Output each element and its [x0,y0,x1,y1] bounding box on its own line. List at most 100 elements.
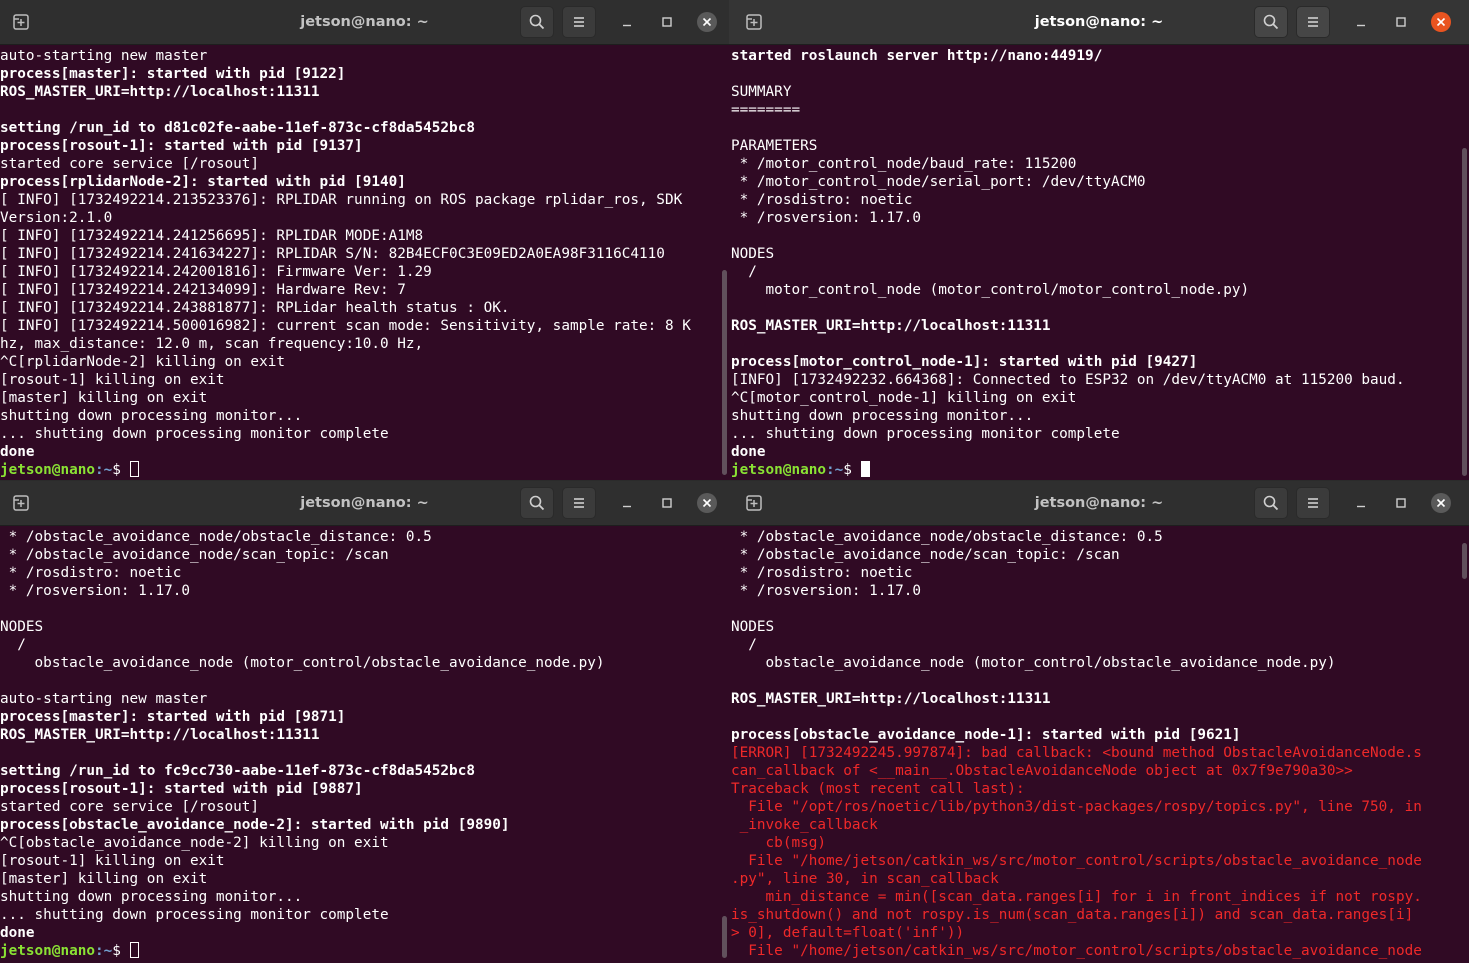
terminal-line: can_callback of <__main__.ObstacleAvoida… [731,763,1353,779]
prompt-path: :~ [95,943,113,959]
close-button[interactable] [697,12,717,32]
terminal-line: started core service [/rosout] [0,156,260,172]
terminal-window-bottom-left[interactable]: jetson@nano: ~ * /obstacle_avoidance_nod… [0,481,729,963]
minimize-button[interactable] [617,12,637,32]
scrollbar[interactable] [722,270,727,475]
terminal-line: .py", line 30, in scan_callback [731,871,999,887]
search-button[interactable] [1254,6,1288,38]
text-cursor [860,461,870,477]
new-tab-icon [744,12,764,32]
terminal-line: [ INFO] [1732492214.243881877]: RPLidar … [0,300,510,316]
minimize-button[interactable] [1351,493,1371,513]
terminal-window-top-left[interactable]: jetson@nano: ~ auto-starting new master p… [0,0,729,480]
new-tab-icon [744,493,764,513]
terminal-line: _invoke_callback [731,817,878,833]
title-bar[interactable]: jetson@nano: ~ [0,481,729,526]
search-button[interactable] [1254,487,1288,519]
prompt-user: jetson@nano [0,943,95,959]
text-cursor [129,942,139,958]
close-button[interactable] [1431,12,1451,32]
terminal-line: File "/home/jetson/catkin_ws/src/motor_c… [731,943,1422,959]
terminal-line: PARAMETERS [731,138,818,154]
terminal-output[interactable]: started roslaunch server http://nano:449… [731,47,1457,480]
maximize-button[interactable] [1391,12,1411,32]
search-button[interactable] [520,6,554,38]
search-icon [527,12,547,32]
terminal-line: NODES [0,619,44,635]
maximize-button[interactable] [657,12,677,32]
prompt-path: :~ [826,462,844,478]
terminal-line: [INFO] [1732492232.664368]: Connected to… [731,372,1405,388]
terminal-line: * /rosversion: 1.17.0 [731,210,921,226]
terminal-line: * /motor_control_node/serial_port: /dev/… [731,174,1146,190]
terminal-line: auto-starting new master [0,691,208,707]
terminal-line: setting /run_id to d81c02fe-aabe-11ef-87… [0,120,475,136]
shell-prompt[interactable]: jetson@nano:~$ [0,942,717,960]
terminal-line: process[obstacle_avoidance_node-2]: star… [0,817,510,833]
menu-button[interactable] [1296,6,1330,38]
terminal-line: Traceback (most recent call last): [731,781,1025,797]
search-icon [1261,12,1281,32]
minimize-icon [617,493,637,513]
terminal-line: [ INFO] [1732492214.213523376]: RPLIDAR … [0,192,683,208]
close-icon [697,12,717,32]
title-bar[interactable]: jetson@nano: ~ [729,481,1469,526]
minimize-icon [617,12,637,32]
close-icon [1431,493,1451,513]
close-button[interactable] [1431,493,1451,513]
terminal-window-bottom-right[interactable]: jetson@nano: ~ * /obstacle_avoidance_nod… [729,481,1469,963]
shell-prompt[interactable]: jetson@nano:~$ [0,461,717,479]
terminal-output[interactable]: * /obstacle_avoidance_node/obstacle_dist… [731,528,1457,963]
scrollbar[interactable] [1462,543,1467,579]
scrollbar[interactable] [1462,148,1467,476]
terminal-line: obstacle_avoidance_node (motor_control/o… [731,655,1336,671]
maximize-button[interactable] [657,493,677,513]
shell-prompt[interactable]: jetson@nano:~$ [731,461,1457,479]
new-tab-button[interactable] [4,487,38,519]
minimize-button[interactable] [1351,12,1371,32]
minimize-button[interactable] [617,493,637,513]
close-icon [1431,12,1451,32]
title-bar[interactable]: jetson@nano: ~ [0,0,729,45]
menu-button[interactable] [562,6,596,38]
terminal-line: [master] killing on exit [0,390,208,406]
menu-button[interactable] [1296,487,1330,519]
title-bar[interactable]: jetson@nano: ~ [729,0,1469,45]
terminal-line: * /rosdistro: noetic [731,565,913,581]
terminal-line: started core service [/rosout] [0,799,260,815]
close-icon [697,493,717,513]
terminal-line: shutting down processing monitor... [0,889,303,905]
terminal-line: ... shutting down processing monitor com… [731,426,1120,442]
terminal-output[interactable]: * /obstacle_avoidance_node/obstacle_dist… [0,528,717,963]
terminal-line: ======== [731,102,801,118]
terminal-line: ^C[rplidarNode-2] killing on exit [0,354,285,370]
terminal-line: hz, max_distance: 12.0 m, scan frequency… [0,336,424,352]
terminal-line: cb(msg) [731,835,826,851]
new-tab-button[interactable] [737,487,771,519]
terminal-line: shutting down processing monitor... [731,408,1034,424]
terminal-line: [ERROR] [1732492245.997874]: bad callbac… [731,745,1422,761]
terminal-line: * /motor_control_node/baud_rate: 115200 [731,156,1077,172]
close-button[interactable] [697,493,717,513]
scrollbar[interactable] [722,916,727,958]
maximize-icon [1391,12,1411,32]
terminal-line: motor_control_node (motor_control/motor_… [731,282,1250,298]
terminal-line: * /obstacle_avoidance_node/scan_topic: /… [731,547,1120,563]
hamburger-menu-icon [569,493,589,513]
menu-button[interactable] [562,487,596,519]
maximize-button[interactable] [1391,493,1411,513]
search-button[interactable] [520,487,554,519]
terminal-line: Version:2.1.0 [0,210,113,226]
terminal-window-top-right[interactable]: jetson@nano: ~ started roslaunch server … [729,0,1469,480]
new-tab-button[interactable] [4,6,38,38]
hamburger-menu-icon [1303,493,1323,513]
terminal-output[interactable]: auto-starting new master process[master]:… [0,47,717,480]
prompt-user: jetson@nano [0,462,95,478]
new-tab-button[interactable] [737,6,771,38]
